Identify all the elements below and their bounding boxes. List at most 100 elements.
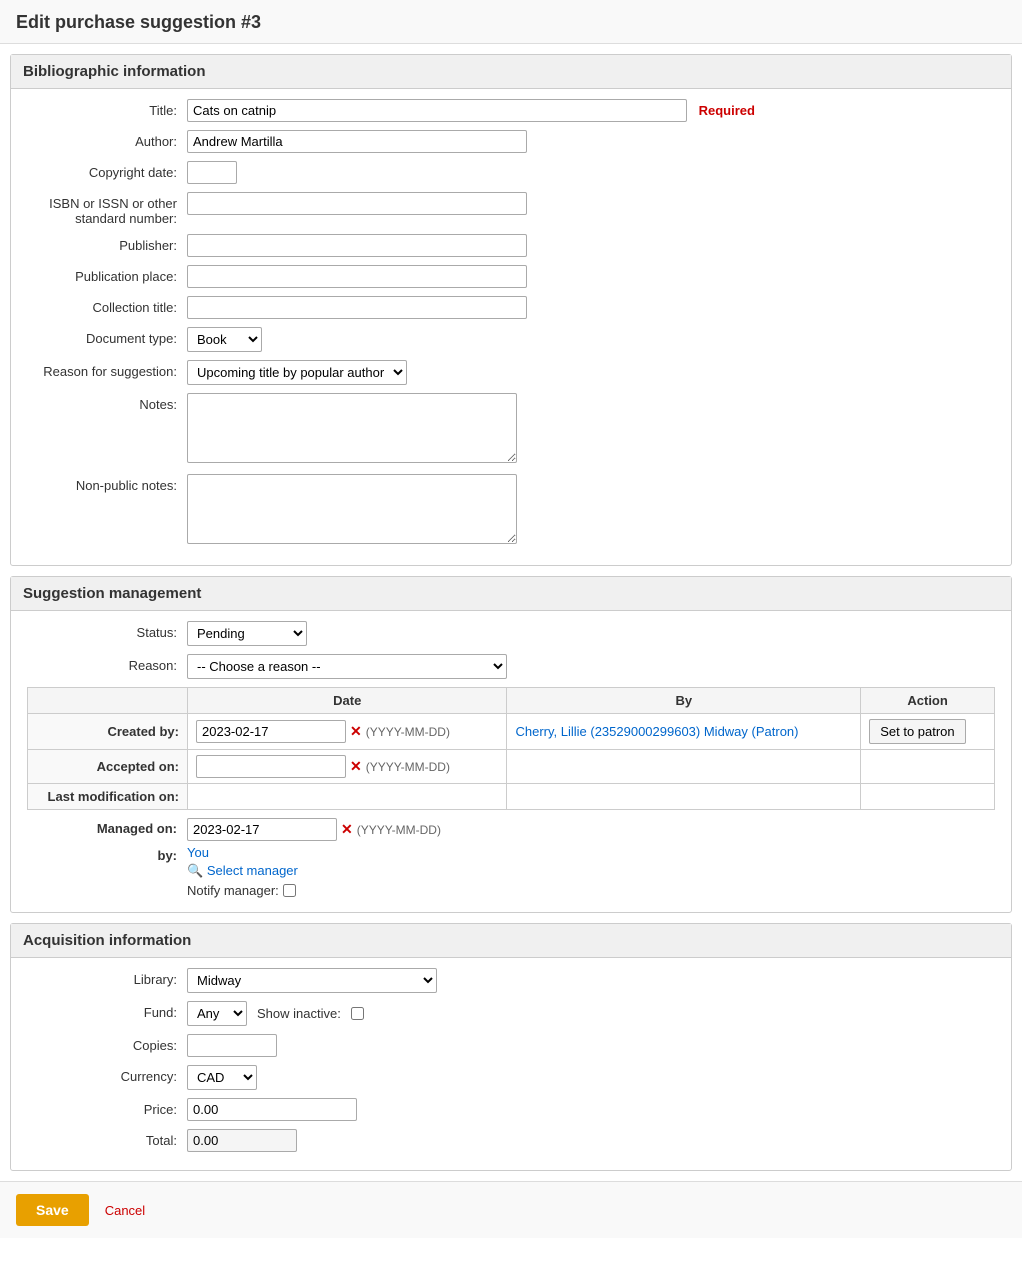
cancel-link[interactable]: Cancel xyxy=(105,1203,145,1218)
publication-place-row: Publication place: xyxy=(27,265,995,288)
reason-select[interactable]: -- Choose a reason -- Budget Out of scop… xyxy=(187,654,507,679)
last-modification-label: Last modification on: xyxy=(28,784,188,810)
created-by-date-clear[interactable]: ✕ xyxy=(350,723,362,740)
document-type-label: Document type: xyxy=(27,327,187,346)
status-label: Status: xyxy=(27,621,187,640)
currency-label: Currency: xyxy=(27,1065,187,1084)
currency-row: Currency: CAD USD EUR GBP xyxy=(27,1065,995,1090)
publisher-row: Publisher: xyxy=(27,234,995,257)
bibliographic-section-title: Bibliographic information xyxy=(11,55,1011,89)
copyright-row: Copyright date: xyxy=(27,161,995,184)
total-label: Total: xyxy=(27,1129,187,1148)
title-label: Title: xyxy=(27,99,187,118)
search-icon: 🔍 xyxy=(187,863,203,878)
fund-row: Fund: Any General Special Show inactive: xyxy=(27,1001,995,1026)
last-modification-action-cell xyxy=(861,784,995,810)
total-row: Total: xyxy=(27,1129,995,1152)
notify-manager-checkbox[interactable] xyxy=(283,884,296,897)
copyright-label: Copyright date: xyxy=(27,161,187,180)
document-type-row: Document type: Book Journal Article Map … xyxy=(27,327,995,352)
reason-suggestion-select[interactable]: -- Choose a reason -- Upcoming title by … xyxy=(187,360,407,385)
managed-on-date-hint: (YYYY-MM-DD) xyxy=(357,823,441,837)
isbn-input[interactable] xyxy=(187,192,527,215)
author-label: Author: xyxy=(27,130,187,149)
price-label: Price: xyxy=(27,1098,187,1117)
save-button[interactable]: Save xyxy=(16,1194,89,1226)
title-input[interactable] xyxy=(187,99,687,122)
notify-manager-label: Notify manager: xyxy=(187,883,279,898)
last-modification-date-cell xyxy=(188,784,507,810)
publisher-label: Publisher: xyxy=(27,234,187,253)
last-modification-row: Last modification on: xyxy=(28,784,995,810)
accepted-on-date-input[interactable] xyxy=(196,755,346,778)
price-row: Price: xyxy=(27,1098,995,1121)
reason-label: Reason: xyxy=(27,654,187,673)
publication-place-label: Publication place: xyxy=(27,265,187,284)
date-column-header: Date xyxy=(188,688,507,714)
last-modification-by-cell xyxy=(507,784,861,810)
select-manager-link[interactable]: 🔍 Select manager xyxy=(187,863,298,878)
notes-textarea[interactable] xyxy=(187,393,517,463)
created-by-label: Created by: xyxy=(28,714,188,750)
managed-on-label: Managed on: xyxy=(27,818,187,836)
copies-input[interactable] xyxy=(187,1034,277,1057)
acquisition-form: Library: Midway Main Branch A Fund: Any … xyxy=(11,958,1011,1170)
footer-bar: Save Cancel xyxy=(0,1181,1022,1238)
managed-on-row: Managed on: ✕ (YYYY-MM-DD) xyxy=(27,818,995,841)
collection-title-input[interactable] xyxy=(187,296,527,319)
created-by-patron-cell: Cherry, Lillie (23529000299603) Midway (… xyxy=(507,714,861,750)
suggestion-table: Date By Action Created by: ✕ (YYYY-MM-DD… xyxy=(27,687,995,810)
accepted-on-label: Accepted on: xyxy=(28,750,188,784)
publisher-input[interactable] xyxy=(187,234,527,257)
page-title: Edit purchase suggestion #3 xyxy=(0,0,1022,44)
show-inactive-checkbox[interactable] xyxy=(351,1007,364,1020)
library-select[interactable]: Midway Main Branch A xyxy=(187,968,437,993)
isbn-row: ISBN or ISSN or other standard number: xyxy=(27,192,995,226)
currency-select[interactable]: CAD USD EUR GBP xyxy=(187,1065,257,1090)
suggestion-mgmt-section: Suggestion management Status: Pending Ac… xyxy=(10,576,1012,913)
fund-select[interactable]: Any General Special xyxy=(187,1001,247,1026)
patron-link[interactable]: Cherry, Lillie (23529000299603) Midway (… xyxy=(515,724,798,739)
non-public-notes-label: Non-public notes: xyxy=(27,474,187,493)
non-public-notes-row: Non-public notes: xyxy=(27,474,995,547)
fund-label: Fund: xyxy=(27,1001,187,1020)
copies-row: Copies: xyxy=(27,1034,995,1057)
publication-place-input[interactable] xyxy=(187,265,527,288)
collection-title-label: Collection title: xyxy=(27,296,187,315)
status-row: Status: Pending Accepted Rejected Ordere… xyxy=(27,621,995,646)
accepted-on-date-clear[interactable]: ✕ xyxy=(350,758,362,775)
action-column-header: Action xyxy=(861,688,995,714)
isbn-label: ISBN or ISSN or other standard number: xyxy=(27,192,187,226)
notes-label: Notes: xyxy=(27,393,187,412)
copies-label: Copies: xyxy=(27,1034,187,1053)
author-row: Author: xyxy=(27,130,995,153)
suggestion-mgmt-title: Suggestion management xyxy=(11,577,1011,611)
created-by-action-cell: Set to patron xyxy=(861,714,995,750)
bibliographic-section: Bibliographic information Title: Require… xyxy=(10,54,1012,566)
accepted-on-by-cell xyxy=(507,750,861,784)
accepted-on-date-cell: ✕ (YYYY-MM-DD) xyxy=(188,750,507,784)
reason-suggestion-label: Reason for suggestion: xyxy=(27,360,187,379)
suggestion-mgmt-form: Status: Pending Accepted Rejected Ordere… xyxy=(11,611,1011,912)
document-type-select[interactable]: Book Journal Article Map Other xyxy=(187,327,262,352)
non-public-notes-textarea[interactable] xyxy=(187,474,517,544)
library-row: Library: Midway Main Branch A xyxy=(27,968,995,993)
managed-on-date-clear[interactable]: ✕ xyxy=(341,821,353,838)
library-label: Library: xyxy=(27,968,187,987)
managed-by-label: by: xyxy=(27,845,187,863)
price-input[interactable] xyxy=(187,1098,357,1121)
created-by-row: Created by: ✕ (YYYY-MM-DD) Cherry, Lilli… xyxy=(28,714,995,750)
created-by-date-input[interactable] xyxy=(196,720,346,743)
reason-row: Reason: -- Choose a reason -- Budget Out… xyxy=(27,654,995,679)
copyright-input[interactable] xyxy=(187,161,237,184)
by-column-header: By xyxy=(507,688,861,714)
managed-by-value: You xyxy=(187,845,209,860)
set-to-patron-button[interactable]: Set to patron xyxy=(869,719,965,744)
reason-suggestion-row: Reason for suggestion: -- Choose a reaso… xyxy=(27,360,995,385)
author-input[interactable] xyxy=(187,130,527,153)
status-select[interactable]: Pending Accepted Rejected Ordered xyxy=(187,621,307,646)
created-by-date-hint: (YYYY-MM-DD) xyxy=(366,725,450,739)
created-by-date-cell: ✕ (YYYY-MM-DD) xyxy=(188,714,507,750)
bibliographic-form: Title: Required Author: Copyright date: … xyxy=(11,89,1011,565)
managed-on-date-input[interactable] xyxy=(187,818,337,841)
